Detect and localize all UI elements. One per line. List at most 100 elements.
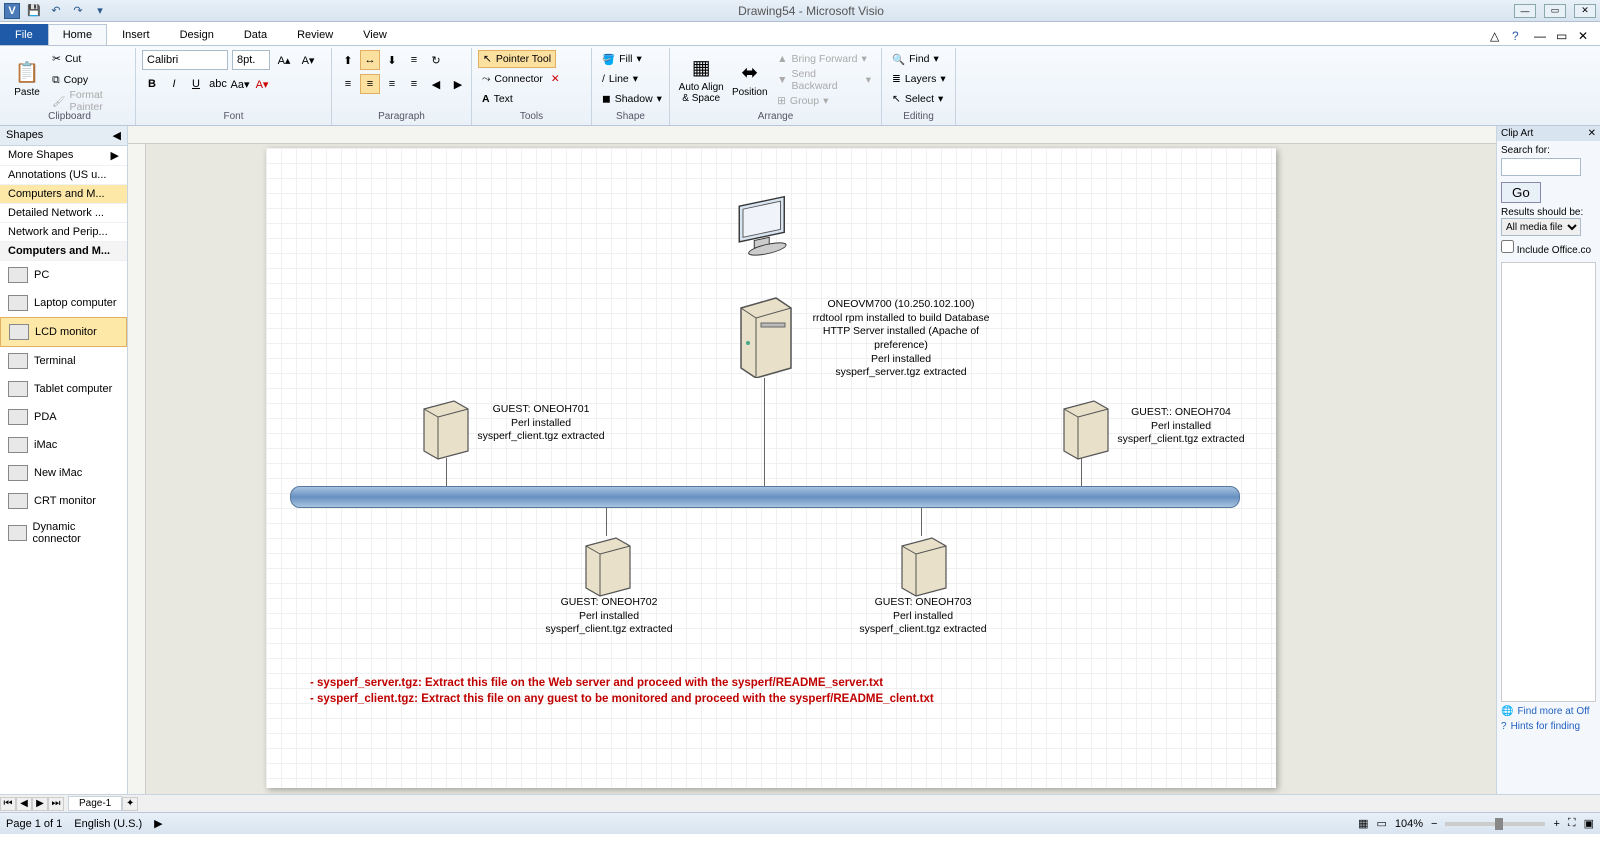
layers-button[interactable]: ≣Layers▾ xyxy=(888,70,950,88)
view-normal-icon[interactable]: ▭ xyxy=(1376,817,1386,830)
text-note2[interactable]: - sysperf_client.tgz: Extract this file … xyxy=(310,692,1010,707)
more-shapes-item[interactable]: More Shapes▶ xyxy=(0,146,127,166)
include-office-checkbox[interactable] xyxy=(1501,240,1514,253)
shape-laptop[interactable]: Laptop computer xyxy=(0,289,127,317)
fullscreen-button[interactable]: ▣ xyxy=(1584,817,1594,830)
home-tab[interactable]: Home xyxy=(48,24,107,45)
italic-button[interactable]: I xyxy=(164,74,184,94)
text-guest3[interactable]: GUEST: ONEOH703 Perl installed sysperf_c… xyxy=(858,596,988,637)
text-note1[interactable]: - sysperf_server.tgz: Extract this file … xyxy=(310,676,1010,691)
go-button[interactable]: Go xyxy=(1501,182,1541,203)
inc-indent-button[interactable]: ▶ xyxy=(448,74,468,94)
shape-guest2[interactable] xyxy=(578,530,638,600)
connector-main[interactable] xyxy=(764,378,765,486)
align-top-button[interactable]: ⬆ xyxy=(338,50,358,70)
hints-link[interactable]: ?Hints for finding xyxy=(1501,721,1596,732)
insert-tab[interactable]: Insert xyxy=(107,24,165,45)
macro-icon[interactable]: ▶ xyxy=(154,817,162,830)
find-more-link[interactable]: 🌐Find more at Off xyxy=(1501,706,1596,717)
autoalign-button[interactable]: ▦Auto Align & Space xyxy=(676,50,726,108)
shape-guest4[interactable] xyxy=(1056,393,1116,463)
fill-button[interactable]: 🪣Fill▾ xyxy=(598,50,646,68)
maximize-button[interactable]: ▭ xyxy=(1544,4,1566,18)
fit-page-button[interactable]: ⛶ xyxy=(1568,817,1576,830)
doc-min-icon[interactable]: — xyxy=(1534,29,1550,45)
align-middle-button[interactable]: ↔ xyxy=(360,50,380,70)
next-page-button[interactable]: ▶ xyxy=(32,797,48,811)
zoom-in-button[interactable]: + xyxy=(1553,818,1559,830)
find-button[interactable]: 🔍Find▾ xyxy=(888,50,943,68)
align-right-button[interactable]: ≡ xyxy=(382,74,402,94)
font-name-input[interactable] xyxy=(142,50,228,70)
stencil-network[interactable]: Network and Perip... xyxy=(0,223,127,242)
stencil-annotations[interactable]: Annotations (US u... xyxy=(0,166,127,185)
zoom-out-button[interactable]: − xyxy=(1431,818,1437,830)
collapse-icon[interactable]: ◀ xyxy=(113,129,121,142)
file-tab[interactable]: File xyxy=(0,24,48,45)
connector-guest4[interactable] xyxy=(1081,458,1082,486)
align-center-button[interactable]: ≡ xyxy=(360,74,380,94)
stencil-computers[interactable]: Computers and M... xyxy=(0,185,127,204)
shrink-font-icon[interactable]: A▾ xyxy=(298,50,318,70)
position-button[interactable]: ⬌Position xyxy=(730,50,769,108)
shape-guest3[interactable] xyxy=(894,530,954,600)
shape-terminal[interactable]: Terminal xyxy=(0,347,127,375)
zoom-slider[interactable] xyxy=(1445,822,1545,826)
doc-close-icon[interactable]: ✕ xyxy=(1578,29,1594,45)
first-page-button[interactable]: ⏮ xyxy=(0,797,16,811)
lang-status[interactable]: English (U.S.) xyxy=(74,818,142,830)
save-icon[interactable]: 💾 xyxy=(26,3,42,19)
connector-guest1[interactable] xyxy=(446,458,447,486)
stencil-detailed[interactable]: Detailed Network ... xyxy=(0,204,127,223)
underline-button[interactable]: U xyxy=(186,74,206,94)
bold-button[interactable]: B xyxy=(142,74,162,94)
group-button[interactable]: ⊞Group▾ xyxy=(773,92,875,110)
bring-forward-button[interactable]: ▲Bring Forward▾ xyxy=(773,50,875,68)
bullets-button[interactable]: ≡ xyxy=(404,50,424,70)
minimize-button[interactable]: — xyxy=(1514,4,1536,18)
page-tab[interactable]: Page-1 xyxy=(68,796,122,811)
doc-restore-icon[interactable]: ▭ xyxy=(1556,29,1572,45)
align-left-button[interactable]: ≡ xyxy=(338,74,358,94)
shape-monitor[interactable] xyxy=(728,188,803,268)
shape-new-imac[interactable]: New iMac xyxy=(0,459,127,487)
data-tab[interactable]: Data xyxy=(229,24,282,45)
close-button[interactable]: ✕ xyxy=(1574,4,1596,18)
font-color-button[interactable]: A▾ xyxy=(252,74,272,94)
shape-pda[interactable]: PDA xyxy=(0,403,127,431)
align-bottom-button[interactable]: ⬇ xyxy=(382,50,402,70)
new-page-button[interactable]: ✦ xyxy=(122,797,138,811)
case-button[interactable]: Aa▾ xyxy=(230,74,250,94)
text-guest4[interactable]: GUEST:: ONEOH704 Perl installed sysperf_… xyxy=(1116,406,1246,447)
pointer-tool-button[interactable]: ↖Pointer Tool xyxy=(478,50,556,68)
undo-icon[interactable]: ↶ xyxy=(48,3,64,19)
media-type-select[interactable]: All media file t xyxy=(1501,218,1581,236)
ribbon-min-icon[interactable]: △ xyxy=(1490,29,1506,45)
cut-button[interactable]: ✂Cut xyxy=(48,50,129,68)
design-tab[interactable]: Design xyxy=(165,24,229,45)
rotate-text-button[interactable]: ↻ xyxy=(426,50,446,70)
qat-more-icon[interactable]: ▾ xyxy=(92,3,108,19)
select-button[interactable]: ↖Select▾ xyxy=(888,90,947,108)
prev-page-button[interactable]: ◀ xyxy=(16,797,32,811)
drawing-page[interactable]: ONEOVM700 (10.250.102.100) rrdtool rpm i… xyxy=(266,148,1276,788)
shadow-button[interactable]: ◼Shadow▾ xyxy=(598,90,666,108)
align-justify-button[interactable]: ≡ xyxy=(404,74,424,94)
shape-connector[interactable]: Dynamic connector xyxy=(0,515,127,551)
text-server-main[interactable]: ONEOVM700 (10.250.102.100) rrdtool rpm i… xyxy=(811,298,991,380)
line-button[interactable]: /Line▾ xyxy=(598,70,642,88)
review-tab[interactable]: Review xyxy=(282,24,348,45)
grow-font-icon[interactable]: A▴ xyxy=(274,50,294,70)
shape-server-main[interactable] xyxy=(731,288,801,378)
dec-indent-button[interactable]: ◀ xyxy=(426,74,446,94)
last-page-button[interactable]: ⏭ xyxy=(48,797,64,811)
text-guest2[interactable]: GUEST: ONEOH702 Perl installed sysperf_c… xyxy=(544,596,674,637)
shape-bus[interactable] xyxy=(290,486,1240,508)
font-size-input[interactable] xyxy=(232,50,270,70)
clipart-search-input[interactable] xyxy=(1501,158,1581,176)
redo-icon[interactable]: ↷ xyxy=(70,3,86,19)
shape-pc[interactable]: PC xyxy=(0,261,127,289)
shape-guest1[interactable] xyxy=(416,393,476,463)
close-icon[interactable]: ✕ xyxy=(1588,128,1596,139)
view-presentation-icon[interactable]: ▦ xyxy=(1358,817,1368,830)
